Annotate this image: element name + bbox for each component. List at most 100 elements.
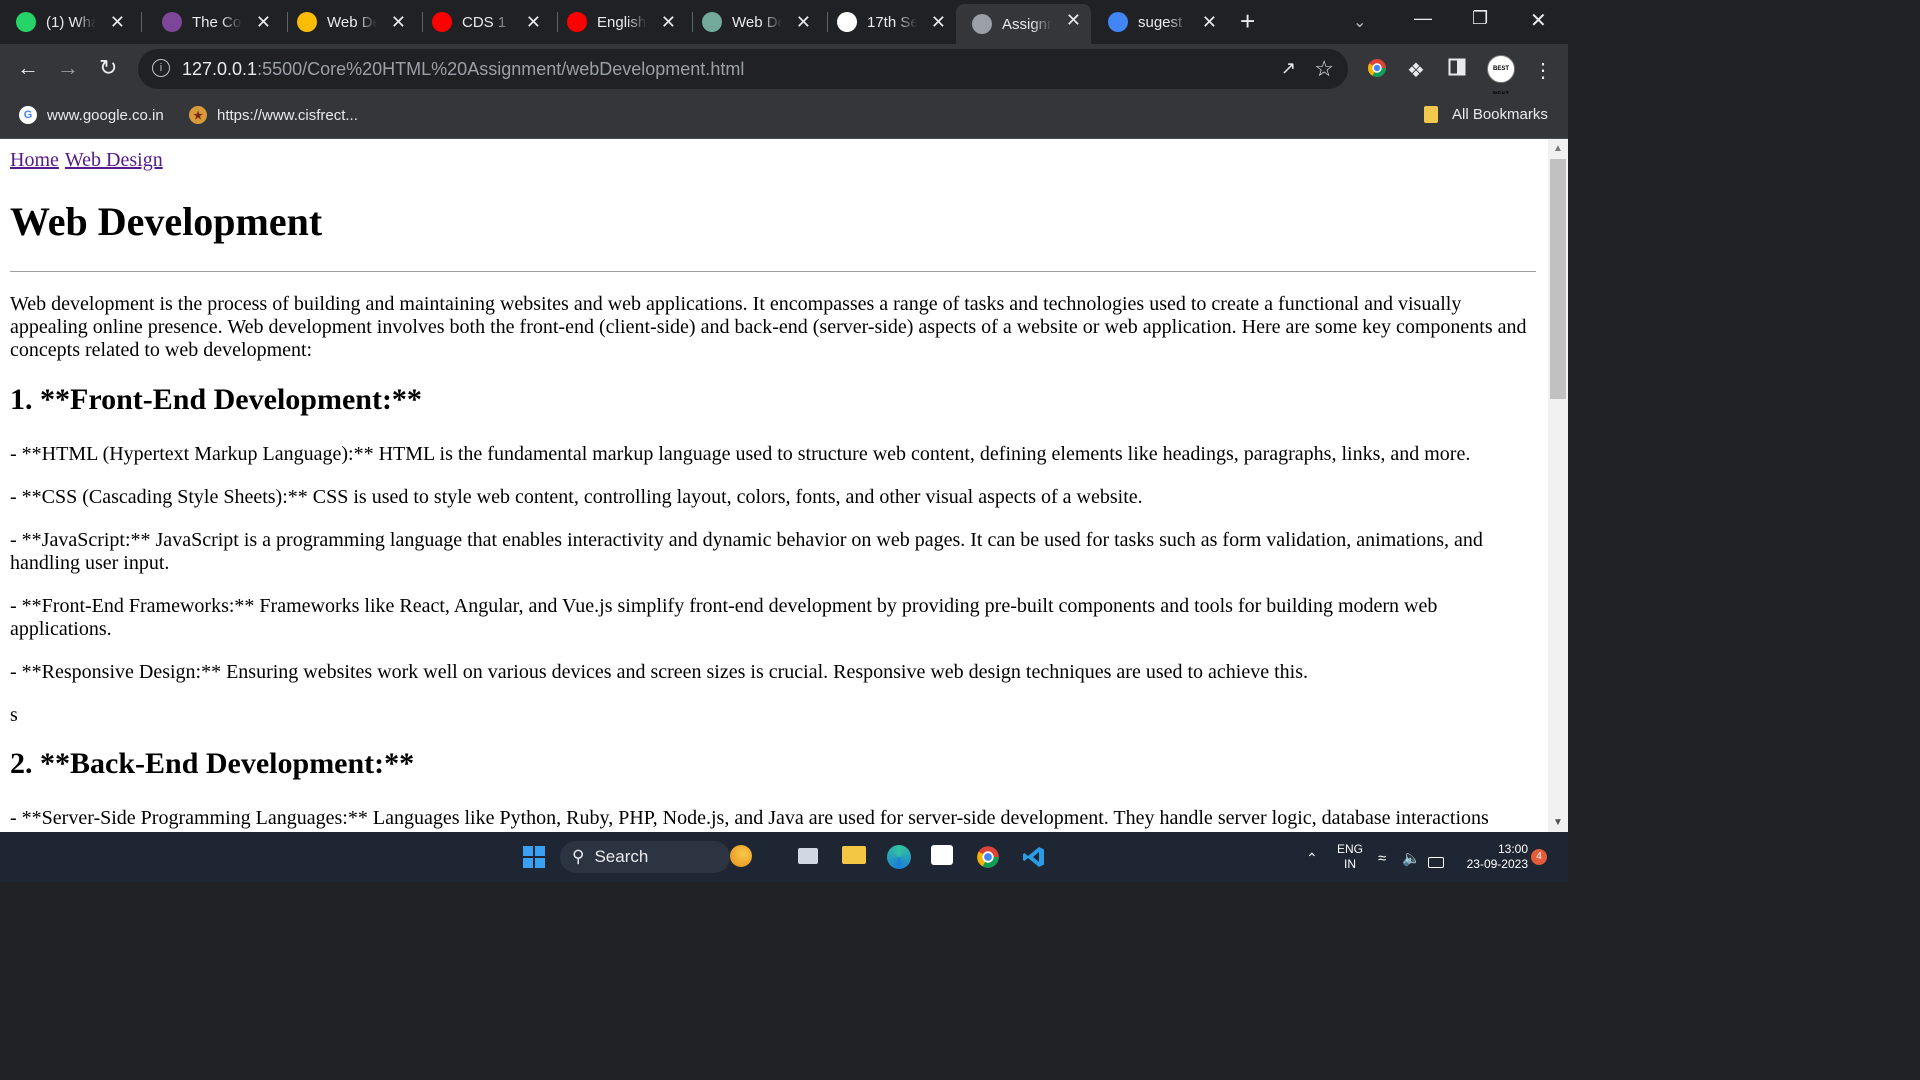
chrome-taskbar-icon[interactable] [976, 845, 1000, 874]
search-icon: ⚲ [572, 847, 585, 866]
restore-icon[interactable]: ❐ [1472, 8, 1488, 29]
bookmark-label: https://www.cisfrect... [217, 106, 358, 124]
clock[interactable]: 13:00 23-09-2023 [1456, 842, 1528, 872]
close-window-icon[interactable]: ✕ [1530, 8, 1547, 33]
reload-icon[interactable]: ↻ [99, 56, 117, 80]
google-icon: G [19, 106, 37, 124]
close-tab-icon[interactable]: ✕ [1202, 12, 1217, 32]
youtube-icon [432, 12, 452, 32]
site-info-icon[interactable]: i [152, 59, 170, 77]
scroll-down-icon[interactable]: ▼ [1553, 817, 1563, 828]
tab-title: Web Development [327, 13, 377, 31]
breadcrumb: Home Web Design [10, 149, 1536, 172]
section-heading-front-end: 1. **Front-End Development:** [10, 383, 422, 416]
close-tab-icon[interactable]: ✕ [1066, 10, 1081, 30]
url-path: :5500/Core%20HTML%20Assignment/webDevelo… [257, 59, 745, 79]
front-end-item: - **HTML (Hypertext Markup Language):** … [10, 443, 1471, 465]
side-panel-icon[interactable] [1448, 58, 1466, 82]
web-design-link[interactable]: Web Design [65, 149, 163, 171]
tab-title: 17th September [867, 13, 917, 31]
close-tab-icon[interactable]: ✕ [391, 12, 406, 32]
bookmark-star-icon[interactable]: ☆ [1314, 56, 1334, 82]
page-title: Web Development [10, 199, 323, 244]
profile-avatar[interactable]: BEST BEST [1487, 55, 1515, 98]
tab-8[interactable]: Assignment ✕ [956, 4, 1091, 44]
divider [10, 271, 1536, 272]
vertical-scrollbar[interactable]: ▲ ▼ [1548, 139, 1568, 832]
tab-4[interactable]: CDS 1 2024 ✕ [416, 6, 551, 38]
close-tab-icon[interactable]: ✕ [661, 12, 676, 32]
scrollbar-thumb[interactable] [1550, 159, 1566, 399]
tab-title: CDS 1 2024 [462, 13, 512, 31]
back-end-item: - **Server-Side Programming Languages:**… [10, 807, 1489, 829]
minimize-icon[interactable]: — [1414, 8, 1432, 29]
lang-bottom: IN [1344, 857, 1356, 871]
tab-2[interactable]: The Coding Cult ✕ [146, 6, 281, 38]
google-icon [1108, 12, 1128, 32]
file-explorer-icon[interactable] [842, 845, 866, 869]
bookmark-google[interactable]: G www.google.co.in [19, 106, 164, 124]
vscode-icon[interactable] [1022, 845, 1046, 874]
widgets-icon[interactable] [730, 845, 752, 872]
bookmark-cisf[interactable]: ★ https://www.cisfrect... [189, 106, 358, 124]
close-tab-icon[interactable]: ✕ [110, 12, 125, 32]
section-heading-back-end: 2. **Back-End Development:** [10, 747, 415, 780]
windows-start-icon[interactable] [523, 846, 545, 873]
tab-7[interactable]: 17th September ✕ [821, 6, 956, 38]
wifi-icon[interactable]: ≈ [1378, 847, 1386, 871]
tab-title: English [597, 13, 647, 31]
tab-5[interactable]: English ✕ [551, 6, 686, 38]
tab-title: Assignment [1002, 15, 1052, 33]
share-icon[interactable]: ↗ [1281, 58, 1296, 79]
chrome-extension-icon[interactable] [1367, 58, 1387, 84]
front-end-item: - **JavaScript:** JavaScript is a progra… [10, 529, 1483, 574]
intro-paragraph: Web development is the process of buildi… [10, 293, 1527, 361]
lang-top: ENG [1336, 842, 1363, 856]
tor-icon [162, 12, 182, 32]
tab-title: The Coding Cult [192, 13, 242, 31]
close-tab-icon[interactable]: ✕ [796, 12, 811, 32]
new-tab-button[interactable]: + [1240, 8, 1255, 34]
bookmarks-bar: G www.google.co.in ★ https://www.cisfrec… [0, 94, 1568, 139]
search-label: Search [594, 847, 649, 866]
address-bar[interactable]: i 127.0.0.1:5500/Core%20HTML%20Assignmen… [138, 49, 1348, 89]
tab-search-icon[interactable]: ⌄ [1353, 12, 1366, 32]
tab-9[interactable]: sugest ✕ [1092, 6, 1227, 38]
tab-separator [141, 12, 142, 32]
language-indicator[interactable]: ENG IN [1336, 842, 1364, 872]
tab-1[interactable]: (1) WhatsApp ✕ [0, 6, 135, 38]
notification-badge[interactable]: 4 [1531, 849, 1547, 865]
clock-time: 13:00 [1497, 842, 1528, 856]
back-icon[interactable]: ← [17, 56, 39, 80]
page-viewport: Home Web Design Web Development Web deve… [0, 139, 1548, 832]
url-text[interactable]: 127.0.0.1:5500/Core%20HTML%20Assignment/… [182, 59, 744, 80]
tray-chevron-icon[interactable]: ⌃ [1306, 846, 1318, 870]
store-icon[interactable] [931, 845, 953, 870]
close-tab-icon[interactable]: ✕ [526, 12, 541, 32]
extensions-puzzle-icon[interactable]: ❖ [1407, 58, 1425, 83]
stray-text: s [10, 704, 18, 726]
extension-icon [297, 12, 317, 32]
volume-icon[interactable]: 🔈 [1402, 847, 1421, 871]
url-host: 127.0.0.1 [182, 59, 258, 79]
taskbar-search[interactable]: ⚲ Search [560, 841, 730, 873]
scroll-up-icon[interactable]: ▲ [1553, 143, 1563, 154]
chatgpt-icon [702, 12, 722, 32]
home-link[interactable]: Home [10, 149, 59, 171]
windows-taskbar: ⚲ Search ⌃ ENG IN ≈ 🔈 13:00 23-09-2023 4 [0, 832, 1568, 882]
bookmark-label: www.google.co.in [47, 106, 164, 124]
tab-title: (1) WhatsApp [46, 13, 96, 31]
close-tab-icon[interactable]: ✕ [931, 12, 946, 32]
tab-6[interactable]: Web Development ✕ [686, 6, 821, 38]
all-bookmarks[interactable]: All Bookmarks [1424, 106, 1548, 123]
close-tab-icon[interactable]: ✕ [256, 12, 271, 32]
tab-3[interactable]: Web Development ✕ [281, 6, 416, 38]
more-menu-icon[interactable]: ⋮ [1533, 58, 1553, 83]
battery-icon[interactable] [1428, 849, 1444, 873]
youtube-icon [567, 12, 587, 32]
edge-icon[interactable] [887, 845, 911, 874]
all-bookmarks-label: All Bookmarks [1452, 106, 1548, 123]
task-view-icon[interactable] [798, 845, 818, 869]
front-end-list: - **HTML (Hypertext Markup Language):** … [10, 443, 1536, 684]
forward-icon[interactable]: → [57, 56, 79, 80]
